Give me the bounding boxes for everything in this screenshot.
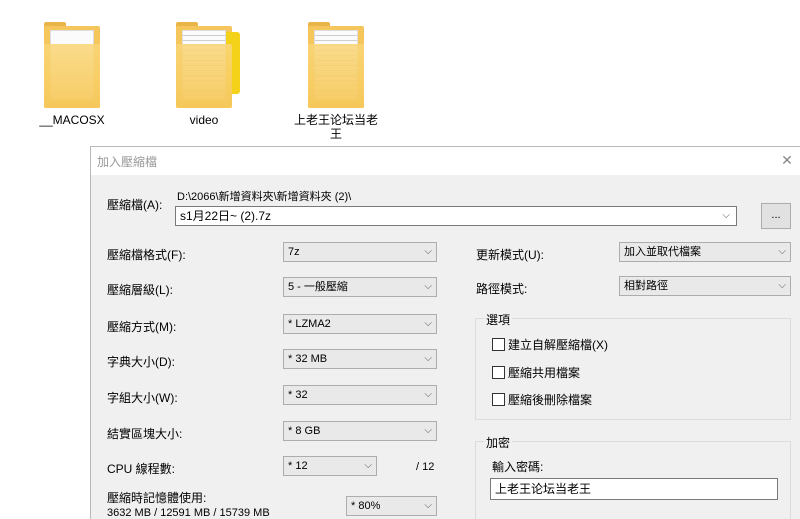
add-to-archive-dialog: 加入壓縮檔 ✕ 壓縮檔(A): D:\2066\新增資料夾\新增資料夾 (2)\… [90,146,800,519]
chevron-down-icon: ⌵ [424,246,432,257]
chevron-down-icon: ⌵ [364,460,372,471]
word-value: * 32 [288,389,308,401]
solid-select[interactable]: * 8 GB ⌵ [283,421,437,441]
path-mode-label: 路徑模式: [476,282,528,296]
dialog-title: 加入壓縮檔 [97,155,158,169]
format-select[interactable]: 7z ⌵ [283,242,437,262]
method-select[interactable]: * LZMA2 ⌵ [283,314,437,334]
word-label: 字組大小(W): [107,391,178,405]
sfx-checkbox[interactable]: 建立自解壓縮檔(X) [492,336,608,353]
archive-label: 壓縮檔(A): [107,198,163,212]
dict-label: 字典大小(D): [107,355,175,369]
delete-after-checkbox[interactable]: 壓縮後刪除檔案 [492,391,592,408]
level-value: 5 - 一般壓縮 [288,281,348,293]
shared-files-label: 壓縮共用檔案 [508,366,581,380]
memory-label: 壓縮時記憶體使用: [107,491,207,505]
word-select[interactable]: * 32 ⌵ [283,385,437,405]
folder-label: 上老王论坛当老 王 [293,113,378,141]
checkbox-icon[interactable] [492,338,505,351]
memory-select[interactable]: * 80% ⌵ [346,496,437,516]
password-label: 輸入密碼: [492,460,544,474]
chevron-down-icon: ⌵ [424,389,432,400]
shared-files-checkbox[interactable]: 壓縮共用檔案 [492,364,580,381]
memory-stats: 3632 MB / 12591 MB / 15739 MB [107,507,270,519]
method-value: * LZMA2 [288,318,331,330]
sfx-label: 建立自解壓縮檔(X) [508,338,608,352]
memory-value: * 80% [351,500,381,512]
cpu-select[interactable]: * 12 ⌵ [283,456,377,476]
update-mode-label: 更新模式(U): [476,248,544,262]
archive-path: D:\2066\新增資料夾\新增資料夾 (2)\ [177,191,352,203]
archive-name-field[interactable]: s1月22日~ (2).7z ⌵ [175,206,737,226]
chevron-down-icon: ⌵ [778,280,786,291]
chevron-down-icon: ⌵ [778,246,786,257]
format-value: 7z [288,246,300,258]
folder-icon [42,14,102,108]
encryption-group: 加密 輸入密碼: 上老王论坛当老王 [475,434,791,519]
close-icon[interactable]: ✕ [779,152,795,168]
update-mode-select[interactable]: 加入並取代檔案 ⌵ [619,242,791,262]
path-mode-select[interactable]: 相對路徑 ⌵ [619,276,791,296]
folder-icon [174,14,240,108]
desktop-folder-macosx[interactable]: __MACOSX [22,14,122,127]
folder-icon [306,14,366,108]
options-title: 選項 [484,311,513,328]
options-group: 選項 建立自解壓縮檔(X) 壓縮共用檔案 壓縮後刪除檔案 [475,311,791,420]
format-label: 壓縮檔格式(F): [107,248,186,262]
desktop-folder-video[interactable]: video [154,14,254,127]
chevron-down-icon: ⌵ [424,281,432,292]
chevron-down-icon: ⌵ [424,318,432,329]
folder-label: __MACOSX [39,113,105,127]
chevron-down-icon[interactable]: ⌵ [722,207,730,225]
password-value: 上老王论坛当老王 [495,482,592,496]
desktop-folder-laowang[interactable]: 上老王论坛当老 王 [286,14,386,141]
cpu-label: CPU 線程數: [107,462,176,476]
chevron-down-icon: ⌵ [424,425,432,436]
dict-value: * 32 MB [288,353,328,365]
chevron-down-icon: ⌵ [424,353,432,364]
encryption-title: 加密 [484,434,513,451]
password-input[interactable]: 上老王论坛当老王 [490,478,778,500]
checkbox-icon[interactable] [492,366,505,379]
archive-name-value: s1月22日~ (2).7z [180,209,272,223]
cpu-value: * 12 [288,460,308,472]
title-bar: 加入壓縮檔 ✕ [91,147,800,175]
browse-button[interactable]: ... [761,203,791,229]
dict-select[interactable]: * 32 MB ⌵ [283,349,437,369]
checkbox-icon[interactable] [492,393,505,406]
delete-after-label: 壓縮後刪除檔案 [508,393,593,407]
update-mode-value: 加入並取代檔案 [624,246,701,258]
level-select[interactable]: 5 - 一般壓縮 ⌵ [283,277,437,297]
method-label: 壓縮方式(M): [107,320,177,334]
cpu-total: / 12 [416,461,435,473]
folder-label: video [189,113,219,127]
chevron-down-icon: ⌵ [424,500,432,511]
path-mode-value: 相對路徑 [624,280,668,292]
solid-value: * 8 GB [288,425,321,437]
level-label: 壓縮層級(L): [107,283,174,297]
solid-label: 結實區塊大小: [107,427,183,441]
